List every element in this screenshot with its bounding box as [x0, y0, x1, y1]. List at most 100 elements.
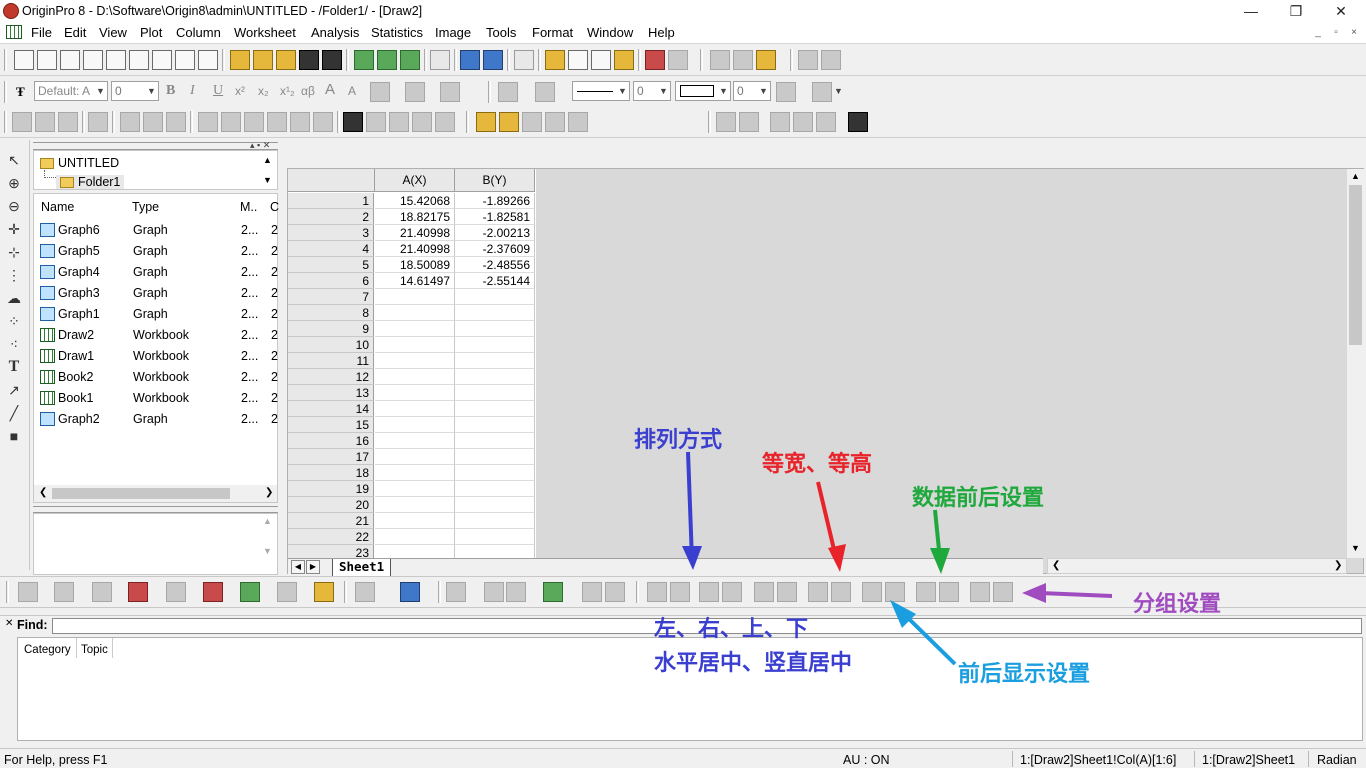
mdi-close-button[interactable]: ×	[1346, 26, 1362, 40]
table-cell[interactable]	[455, 545, 535, 559]
results-log-icon[interactable]	[545, 50, 565, 70]
table-cell[interactable]: 18.50089	[375, 257, 455, 273]
fill-color-icon[interactable]	[498, 82, 518, 102]
table-cell[interactable]	[455, 305, 535, 321]
mask-point-icon[interactable]	[476, 112, 496, 132]
list-item[interactable]: Book1 Workbook 2... 2	[34, 388, 278, 409]
toolbar-grip[interactable]	[638, 49, 641, 71]
draw-data-icon[interactable]: ☁	[6, 290, 22, 306]
italic-button[interactable]: I	[190, 83, 195, 99]
table-cell[interactable]	[455, 529, 535, 545]
chevron-up-icon[interactable]: ▲	[1351, 171, 1360, 181]
table-cell[interactable]: 21.40998	[375, 241, 455, 257]
table-cell[interactable]	[375, 481, 455, 497]
group-icon[interactable]	[970, 582, 990, 602]
contour-icon[interactable]	[543, 582, 563, 602]
cut-icon[interactable]	[710, 50, 730, 70]
mask-color-icon[interactable]	[770, 112, 790, 132]
table-cell[interactable]	[375, 449, 455, 465]
menu-tools[interactable]: Tools	[486, 25, 516, 40]
add-layer-icon[interactable]	[798, 50, 818, 70]
minimize-button[interactable]: —	[1228, 0, 1274, 22]
list-item[interactable]: Graph5 Graph 2... 2	[34, 241, 278, 262]
table-cell[interactable]	[455, 353, 535, 369]
tree-folder1[interactable]: Folder1	[56, 175, 125, 189]
chevron-left-icon[interactable]: ❮	[39, 487, 47, 498]
multi-panel-icon[interactable]	[166, 582, 186, 602]
table-cell[interactable]	[455, 289, 535, 305]
row-header[interactable]: 19	[288, 481, 374, 497]
restore-button[interactable]: ❐	[1273, 0, 1319, 22]
toolbar-grip[interactable]	[346, 49, 349, 71]
chevron-down-icon[interactable]: ▼	[263, 175, 272, 185]
data-selector-icon[interactable]	[35, 112, 55, 132]
3d-stack-icon[interactable]	[484, 582, 504, 602]
list-item[interactable]: Graph2 Graph 2... 2	[34, 409, 278, 430]
zoom-out-icon[interactable]: ⊖	[6, 198, 22, 214]
increase-font-button[interactable]: A	[325, 81, 335, 98]
align-bottom-icon[interactable]	[722, 582, 742, 602]
arrow-tool-icon[interactable]: ↗	[6, 382, 22, 398]
open-excel-icon[interactable]	[276, 50, 296, 70]
menu-column[interactable]: Column	[176, 25, 221, 40]
open-icon[interactable]	[230, 50, 250, 70]
row-header[interactable]: 7	[288, 289, 374, 305]
3d-surface-icon[interactable]	[355, 582, 375, 602]
table-cell[interactable]	[455, 401, 535, 417]
list-item[interactable]: Draw1 Workbook 2... 2	[34, 346, 278, 367]
new-function-icon[interactable]	[152, 50, 172, 70]
remove-icon[interactable]	[739, 112, 759, 132]
recalculate-icon[interactable]	[668, 50, 688, 70]
line-tool-icon[interactable]: ╱	[6, 405, 22, 421]
toolbar-grip[interactable]	[112, 111, 115, 133]
new-graph-icon[interactable]	[106, 50, 126, 70]
open-template-icon[interactable]	[253, 50, 273, 70]
mdi-restore-button[interactable]: ▫	[1328, 26, 1344, 40]
tree-root[interactable]: UNTITLED	[40, 156, 119, 170]
row-header[interactable]: 18	[288, 465, 374, 481]
help-column-topic[interactable]: Topic	[81, 644, 108, 656]
sheet-list-icon[interactable]	[389, 112, 409, 132]
toolbar-grip[interactable]	[4, 49, 7, 71]
new-project-icon[interactable]	[14, 50, 34, 70]
close-button[interactable]: ✕	[1318, 0, 1364, 22]
line-symbol-plot-icon[interactable]	[92, 582, 112, 602]
area-plot-icon[interactable]	[240, 582, 260, 602]
add-column-icon[interactable]	[366, 112, 386, 132]
table-cell[interactable]	[375, 545, 455, 559]
bring-to-front-icon[interactable]	[862, 582, 882, 602]
ungroup-icon[interactable]	[993, 582, 1013, 602]
toolbar-grip[interactable]	[636, 581, 639, 603]
table-cell[interactable]	[375, 321, 455, 337]
add-table-icon[interactable]	[821, 50, 841, 70]
data-forward-icon[interactable]	[916, 582, 936, 602]
table-cell[interactable]	[375, 417, 455, 433]
explorer-grip[interactable]	[33, 142, 278, 150]
timer-icon[interactable]	[412, 112, 432, 132]
table-cell[interactable]	[375, 337, 455, 353]
script-window-icon[interactable]	[568, 50, 588, 70]
table-cell[interactable]	[455, 433, 535, 449]
table-cell[interactable]: -1.82581	[455, 209, 535, 225]
table-cell[interactable]	[375, 289, 455, 305]
project-explorer-icon[interactable]	[514, 50, 534, 70]
matrix-grid-icon[interactable]	[848, 112, 868, 132]
row-header[interactable]: 8	[288, 305, 374, 321]
new-notes-icon[interactable]	[198, 50, 218, 70]
column-header-b[interactable]: B(Y)	[455, 169, 535, 192]
layer-2-icon[interactable]	[143, 112, 163, 132]
toolbar-grip[interactable]	[337, 111, 340, 133]
menu-window[interactable]: Window	[587, 25, 633, 40]
row-header[interactable]: 21	[288, 513, 374, 529]
align-right-icon[interactable]	[670, 582, 690, 602]
help-column-category[interactable]: Category	[24, 644, 71, 656]
chevron-down-icon[interactable]: ▼	[1351, 543, 1360, 553]
row-header[interactable]: 11	[288, 353, 374, 369]
subscript-button[interactable]: x₂	[258, 84, 269, 98]
save-window-icon[interactable]	[322, 50, 342, 70]
table-cell[interactable]: -1.89266	[455, 193, 535, 209]
table-cell[interactable]	[455, 497, 535, 513]
chevron-left-icon[interactable]: ❮	[1052, 560, 1060, 571]
chevron-right-icon[interactable]: ❯	[1334, 560, 1342, 571]
data-selector-tool-icon[interactable]: ⋮	[6, 267, 22, 283]
